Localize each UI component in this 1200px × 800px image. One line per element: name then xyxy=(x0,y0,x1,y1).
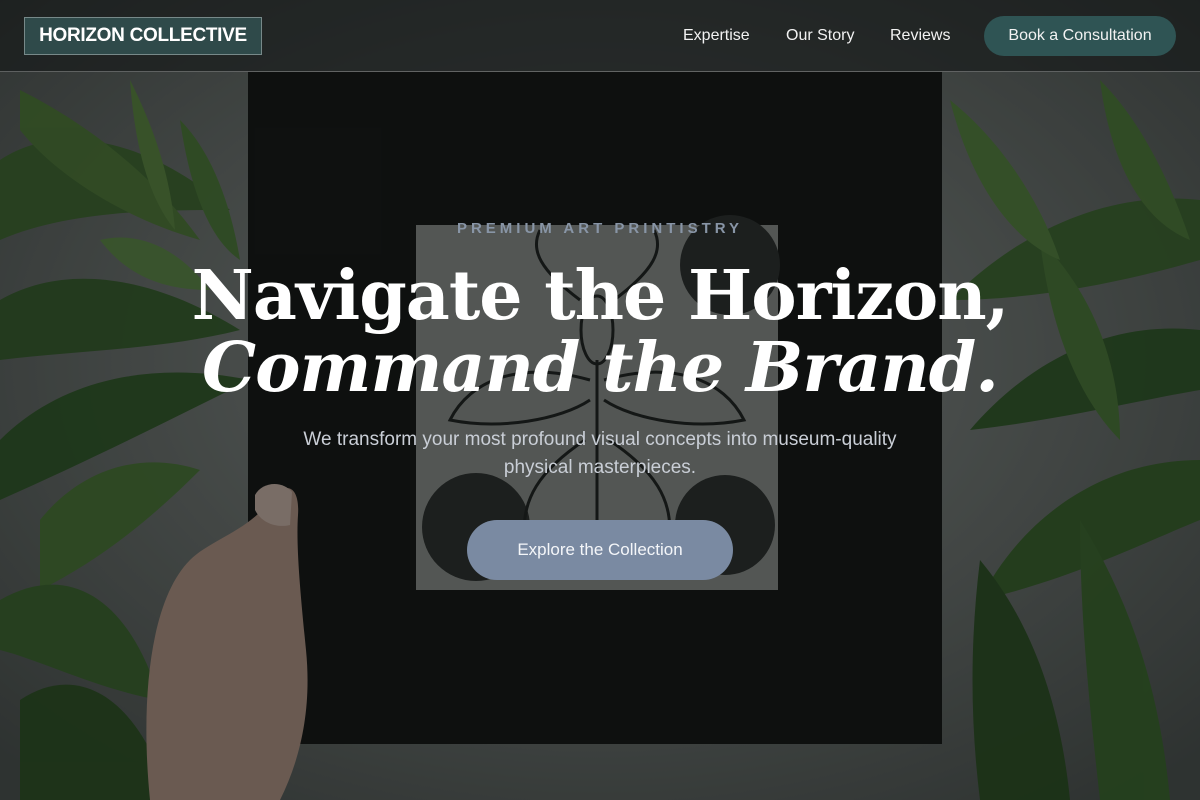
hero-subtext: We transform your most profound visual c… xyxy=(303,429,897,478)
brand-logo[interactable]: HORIZON COLLECTIVE xyxy=(24,17,262,55)
nav-link-reviews[interactable]: Reviews xyxy=(890,26,950,46)
hero-headline-line-2: Command the Brand. xyxy=(202,328,999,408)
landing-page: HORIZON COLLECTIVE Expertise Our Story R… xyxy=(0,0,1200,800)
top-navigation-bar: HORIZON COLLECTIVE Expertise Our Story R… xyxy=(0,0,1200,72)
nav-link-our-story[interactable]: Our Story xyxy=(786,26,854,46)
hero-eyebrow: PREMIUM ART PRINTISTRY xyxy=(456,220,744,237)
book-consultation-button[interactable]: Book a Consultation xyxy=(984,16,1176,56)
explore-collection-button[interactable]: Explore the Collection xyxy=(467,520,733,580)
hero-headline-line-1: Navigate the Horizon, xyxy=(191,256,1010,336)
nav-link-expertise[interactable]: Expertise xyxy=(683,26,750,46)
